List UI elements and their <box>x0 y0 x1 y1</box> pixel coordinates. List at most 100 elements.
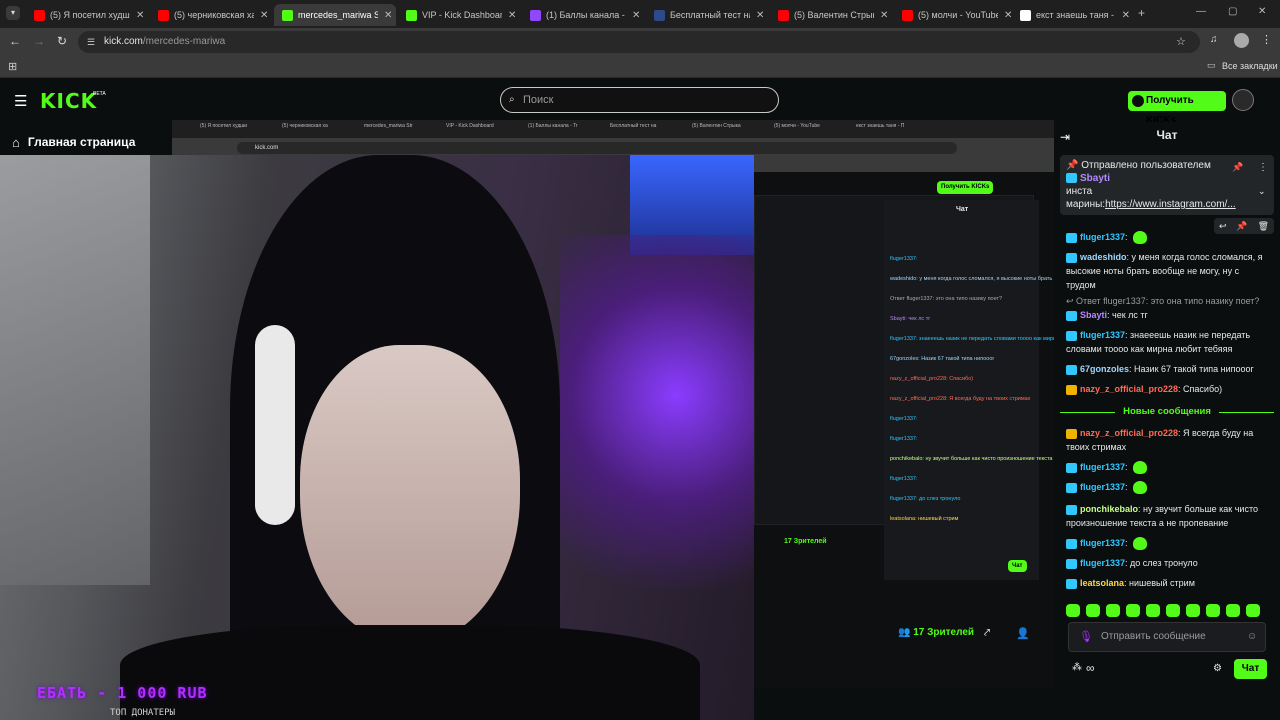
chat-username[interactable]: fluger1337 <box>1080 538 1125 548</box>
site-info-icon[interactable]: ☰ <box>87 31 95 53</box>
quick-emote-icon[interactable] <box>1086 604 1100 617</box>
back-icon[interactable]: ← <box>9 34 21 48</box>
emoji-picker-icon[interactable]: ☺ <box>1247 623 1257 651</box>
chat-username[interactable]: fluger1337 <box>1080 558 1125 568</box>
emote-icon <box>1133 461 1148 475</box>
follow-user-icon[interactable]: 👤 <box>1016 627 1030 640</box>
reload-icon[interactable]: ↻ <box>57 34 67 48</box>
chat-username[interactable]: Sbayti <box>1080 310 1107 320</box>
tab-title: (5) молчи - YouTube <box>918 10 998 20</box>
browser-tab[interactable]: (5) Я посетил худши ✕ <box>26 4 148 26</box>
chat-message: fluger1337: <box>1066 480 1271 495</box>
chat-username[interactable]: fluger1337 <box>1080 462 1125 472</box>
chat-message-text: : <box>1125 538 1131 548</box>
kick-logo[interactable]: KICK <box>40 89 97 113</box>
chat-send-button[interactable]: Чат <box>1234 659 1267 679</box>
chat-message: fluger1337: знаееешь назик не передать с… <box>1066 328 1271 356</box>
tab-close-icon[interactable]: ✕ <box>756 10 764 21</box>
quick-emote-icon[interactable] <box>1106 604 1120 617</box>
new-tab-icon[interactable]: + <box>1138 6 1145 20</box>
chat-username[interactable]: nazy_z_official_pro228 <box>1080 384 1178 394</box>
browser-tab[interactable]: VIP - Kick Dashboard ✕ <box>398 4 520 26</box>
pinned-more-icon[interactable]: ⋮ <box>1258 161 1268 174</box>
pinned-username[interactable]: Sbayti <box>1080 173 1110 184</box>
tab-close-icon[interactable]: ✕ <box>1122 10 1130 21</box>
media-control-icon[interactable]: ♫ <box>1210 34 1218 45</box>
browser-tab[interactable]: (5) черниковская ха ✕ <box>150 4 272 26</box>
all-bookmarks-link[interactable]: Все закладки <box>1222 61 1278 71</box>
user-badge-icon <box>1066 384 1077 395</box>
window-minimize-icon[interactable]: — <box>1196 6 1206 17</box>
chat-message: fluger1337: <box>1066 536 1271 551</box>
pinned-link[interactable]: https://www.instagram.com/... <box>1105 199 1236 210</box>
window-close-icon[interactable]: ✕ <box>1258 6 1266 17</box>
unpin-icon[interactable]: 📌 <box>1232 161 1243 174</box>
chat-username[interactable]: nazy_z_official_pro228 <box>1080 428 1178 438</box>
search-input[interactable]: ⌕ Поиск <box>500 87 779 113</box>
purple-led-light <box>560 235 754 635</box>
chat-username[interactable]: fluger1337 <box>1080 482 1125 492</box>
emote-icon <box>1133 231 1148 245</box>
chat-input-placeholder: Отправить сообщение <box>1101 631 1206 642</box>
quick-emote-icon[interactable] <box>1166 604 1180 617</box>
home-link[interactable]: ⌂ Главная страница <box>12 132 135 152</box>
apps-grid-icon[interactable]: ⊞ <box>8 60 17 73</box>
quick-emote-icon[interactable] <box>1186 604 1200 617</box>
browser-tab[interactable]: (5) Валентин Стрыка ✕ <box>770 4 892 26</box>
user-badge-icon <box>1066 173 1077 184</box>
chat-input[interactable]: 🎙 Отправить сообщение ☺ <box>1068 622 1266 652</box>
tab-close-icon[interactable]: ✕ <box>632 10 640 21</box>
tab-close-icon[interactable]: ✕ <box>136 10 144 21</box>
bookmarks-bar: ⊞ ▭ Все закладки <box>0 56 1280 78</box>
forward-icon[interactable]: → <box>33 34 45 48</box>
address-bar[interactable]: ☰ kick.com/mercedes-mariwa ☆ <box>78 31 1200 53</box>
chat-username[interactable]: leatsolana <box>1080 578 1124 588</box>
browser-tab[interactable]: екст знаешь таня - П ✕ <box>1012 4 1130 26</box>
pinned-header-text: Отправлено пользователем <box>1081 160 1211 171</box>
tab-favicon-icon <box>282 9 293 21</box>
tab-close-icon[interactable]: ✕ <box>508 10 516 21</box>
chat-username[interactable]: 67gonzoles <box>1080 364 1129 374</box>
beta-badge: BETA <box>93 91 106 97</box>
tab-close-icon[interactable]: ✕ <box>384 10 392 21</box>
chat-username[interactable]: fluger1337 <box>1080 232 1125 242</box>
window-maximize-icon[interactable]: ▢ <box>1228 6 1237 17</box>
user-badge-icon <box>1066 330 1077 341</box>
captured-send-button: Чат <box>1008 560 1027 572</box>
webcam-video[interactable] <box>0 155 754 720</box>
tab-title: екст знаешь таня - П <box>1036 10 1116 20</box>
quick-emote-icon[interactable] <box>1126 604 1140 617</box>
browser-tab[interactable]: Бесплатный тест на ✕ <box>646 4 768 26</box>
quick-emote-icon[interactable] <box>1206 604 1220 617</box>
quick-emote-icon[interactable] <box>1146 604 1160 617</box>
chat-username[interactable]: wadeshido <box>1080 252 1127 262</box>
user-avatar[interactable] <box>1232 89 1254 111</box>
user-badge-icon <box>1066 364 1077 375</box>
browser-tab[interactable]: (1) Баллы канала - Tr ✕ <box>522 4 644 26</box>
browser-menu-icon[interactable]: ⋮ <box>1261 33 1272 46</box>
chat-settings-icon[interactable]: ⚙ <box>1213 663 1222 674</box>
headphones <box>255 325 295 525</box>
hamburger-menu-icon[interactable]: ☰ <box>14 92 27 110</box>
microphone-icon[interactable]: 🎙 <box>1079 623 1093 651</box>
share-icon[interactable]: ⤤ <box>984 627 990 640</box>
tab-list-dropdown-icon[interactable]: ▾ <box>6 6 20 20</box>
profile-avatar[interactable] <box>1234 33 1249 48</box>
get-kicks-button[interactable]: Получить KICKs <box>1128 91 1226 126</box>
browser-tab[interactable]: (5) молчи - YouTube ✕ <box>894 4 1016 26</box>
pinned-message: 📌 Отправлено пользователем Sbayti инста … <box>1060 155 1274 215</box>
home-label: Главная страница <box>27 135 136 149</box>
quick-emote-icon[interactable] <box>1066 604 1080 617</box>
browser-toolbar: ← → ↻ ☰ kick.com/mercedes-mariwa ☆ ♫ ⋮ <box>0 28 1280 56</box>
quick-emote-icon[interactable] <box>1246 604 1260 617</box>
chat-message-text: : Спасибо) <box>1178 384 1223 394</box>
tab-close-icon[interactable]: ✕ <box>880 10 888 21</box>
browser-tab[interactable]: mercedes_mariwa Str ✕ <box>274 4 396 26</box>
bookmark-star-icon[interactable]: ☆ <box>1176 31 1186 53</box>
pinned-expand-icon[interactable]: ⌄ <box>1258 185 1266 198</box>
tab-close-icon[interactable]: ✕ <box>260 10 268 21</box>
chat-username[interactable]: ponchikebalo <box>1080 504 1138 514</box>
chat-title: Чат <box>1156 128 1178 142</box>
quick-emote-icon[interactable] <box>1226 604 1240 617</box>
chat-username[interactable]: fluger1337 <box>1080 330 1125 340</box>
